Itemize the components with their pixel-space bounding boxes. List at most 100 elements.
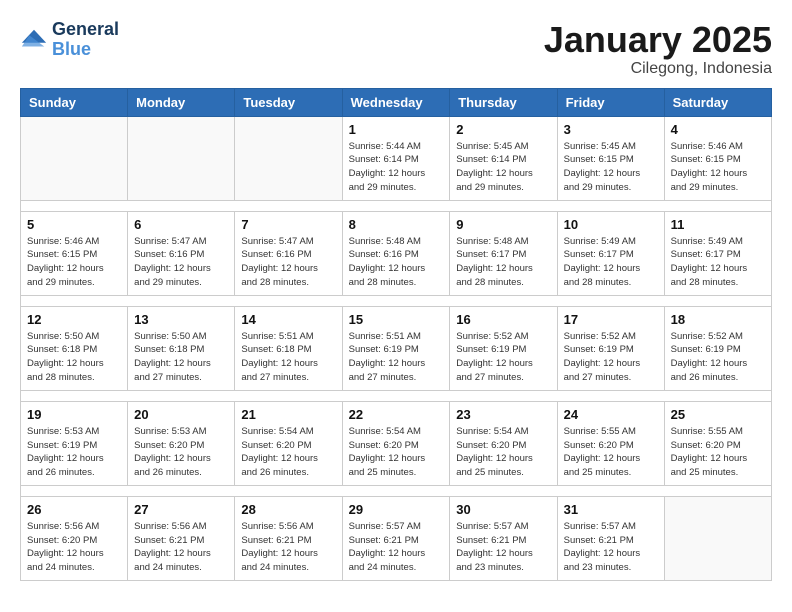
day-number: 22 [349,407,444,422]
week-row-3: 12 Sunrise: 5:50 AM Sunset: 6:18 PM Dayli… [21,306,772,390]
day-number: 29 [349,502,444,517]
week-separator [21,485,772,496]
weekday-header-tuesday: Tuesday [235,88,342,116]
calendar-cell [128,116,235,200]
day-number: 7 [241,217,335,232]
day-number: 10 [564,217,658,232]
day-number: 23 [456,407,550,422]
day-number: 28 [241,502,335,517]
calendar-cell: 26 Sunrise: 5:56 AM Sunset: 6:20 PM Dayli… [21,496,128,580]
calendar-cell: 29 Sunrise: 5:57 AM Sunset: 6:21 PM Dayli… [342,496,450,580]
day-info: Sunrise: 5:48 AM Sunset: 6:16 PM Dayligh… [349,235,444,290]
calendar-cell: 13Sunrise: 5:50 AM Sunset: 6:18 PM Dayli… [128,306,235,390]
weekday-header-monday: Monday [128,88,235,116]
day-number: 11 [671,217,765,232]
day-number: 25 [671,407,765,422]
day-info: Sunrise: 5:50 AM Sunset: 6:18 PM Dayligh… [134,330,228,385]
day-info: Sunrise: 5:53 AM Sunset: 6:19 PM Dayligh… [27,425,121,480]
day-number: 12 [27,312,121,327]
calendar-cell: 25 Sunrise: 5:55 AM Sunset: 6:20 PM Dayli… [664,401,771,485]
calendar-cell: 27Sunrise: 5:56 AM Sunset: 6:21 PM Dayli… [128,496,235,580]
day-number: 26 [27,502,121,517]
day-info: Sunrise: 5:51 AM Sunset: 6:18 PM Dayligh… [241,330,335,385]
day-number: 17 [564,312,658,327]
day-number: 15 [349,312,444,327]
calendar-cell: 28 Sunrise: 5:56 AM Sunset: 6:21 PM Dayli… [235,496,342,580]
day-info: Sunrise: 5:53 AM Sunset: 6:20 PM Dayligh… [134,425,228,480]
calendar-cell: 5Sunrise: 5:46 AM Sunset: 6:15 PM Daylig… [21,211,128,295]
week-row-2: 5Sunrise: 5:46 AM Sunset: 6:15 PM Daylig… [21,211,772,295]
calendar-cell: 18Sunrise: 5:52 AM Sunset: 6:19 PM Dayli… [664,306,771,390]
day-info: Sunrise: 5:57 AM Sunset: 6:21 PM Dayligh… [349,520,444,575]
day-number: 8 [349,217,444,232]
day-info: Sunrise: 5:57 AM Sunset: 6:21 PM Dayligh… [456,520,550,575]
separator-cell [21,390,772,401]
day-info: Sunrise: 5:51 AM Sunset: 6:19 PM Dayligh… [349,330,444,385]
day-info: Sunrise: 5:45 AM Sunset: 6:15 PM Dayligh… [564,140,658,195]
day-number: 14 [241,312,335,327]
logo: GeneralBlue [20,20,119,60]
week-row-5: 26 Sunrise: 5:56 AM Sunset: 6:20 PM Dayli… [21,496,772,580]
day-info: Sunrise: 5:49 AM Sunset: 6:17 PM Dayligh… [564,235,658,290]
calendar-cell: 3 Sunrise: 5:45 AM Sunset: 6:15 PM Daylig… [557,116,664,200]
day-info: Sunrise: 5:50 AM Sunset: 6:18 PM Dayligh… [27,330,121,385]
day-info: Sunrise: 5:56 AM Sunset: 6:20 PM Dayligh… [27,520,121,575]
calendar-cell: 4Sunrise: 5:46 AM Sunset: 6:15 PM Daylig… [664,116,771,200]
calendar-table: SundayMondayTuesdayWednesdayThursdayFrid… [20,88,772,581]
day-number: 16 [456,312,550,327]
page-header: GeneralBlue January 2025 Cilegong, Indon… [20,20,772,78]
day-number: 18 [671,312,765,327]
day-number: 27 [134,502,228,517]
calendar-title: January 2025 [544,20,772,60]
day-info: Sunrise: 5:54 AM Sunset: 6:20 PM Dayligh… [349,425,444,480]
week-row-4: 19 Sunrise: 5:53 AM Sunset: 6:19 PM Dayli… [21,401,772,485]
calendar-cell: 15 Sunrise: 5:51 AM Sunset: 6:19 PM Dayli… [342,306,450,390]
calendar-cell: 31 Sunrise: 5:57 AM Sunset: 6:21 PM Dayli… [557,496,664,580]
day-number: 6 [134,217,228,232]
calendar-cell: 6 Sunrise: 5:47 AM Sunset: 6:16 PM Daylig… [128,211,235,295]
day-info: Sunrise: 5:54 AM Sunset: 6:20 PM Dayligh… [241,425,335,480]
day-number: 20 [134,407,228,422]
day-info: Sunrise: 5:49 AM Sunset: 6:17 PM Dayligh… [671,235,765,290]
day-info: Sunrise: 5:46 AM Sunset: 6:15 PM Dayligh… [27,235,121,290]
calendar-cell: 19 Sunrise: 5:53 AM Sunset: 6:19 PM Dayli… [21,401,128,485]
calendar-cell: 8 Sunrise: 5:48 AM Sunset: 6:16 PM Daylig… [342,211,450,295]
day-number: 1 [349,122,444,137]
calendar-subtitle: Cilegong, Indonesia [544,60,772,78]
calendar-cell: 17Sunrise: 5:52 AM Sunset: 6:19 PM Dayli… [557,306,664,390]
weekday-header-saturday: Saturday [664,88,771,116]
day-number: 19 [27,407,121,422]
day-info: Sunrise: 5:47 AM Sunset: 6:16 PM Dayligh… [241,235,335,290]
calendar-cell [235,116,342,200]
day-info: Sunrise: 5:57 AM Sunset: 6:21 PM Dayligh… [564,520,658,575]
weekday-header-sunday: Sunday [21,88,128,116]
calendar-cell: 14 Sunrise: 5:51 AM Sunset: 6:18 PM Dayli… [235,306,342,390]
calendar-cell: 1 Sunrise: 5:44 AM Sunset: 6:14 PM Daylig… [342,116,450,200]
logo-text: GeneralBlue [52,20,119,60]
day-info: Sunrise: 5:44 AM Sunset: 6:14 PM Dayligh… [349,140,444,195]
day-info: Sunrise: 5:47 AM Sunset: 6:16 PM Dayligh… [134,235,228,290]
day-info: Sunrise: 5:55 AM Sunset: 6:20 PM Dayligh… [671,425,765,480]
day-info: Sunrise: 5:52 AM Sunset: 6:19 PM Dayligh… [456,330,550,385]
week-row-1: 1 Sunrise: 5:44 AM Sunset: 6:14 PM Daylig… [21,116,772,200]
calendar-cell: 20 Sunrise: 5:53 AM Sunset: 6:20 PM Dayli… [128,401,235,485]
calendar-cell: 10 Sunrise: 5:49 AM Sunset: 6:17 PM Dayli… [557,211,664,295]
day-info: Sunrise: 5:56 AM Sunset: 6:21 PM Dayligh… [241,520,335,575]
day-number: 21 [241,407,335,422]
day-info: Sunrise: 5:46 AM Sunset: 6:15 PM Dayligh… [671,140,765,195]
day-number: 24 [564,407,658,422]
calendar-cell [664,496,771,580]
weekday-header-wednesday: Wednesday [342,88,450,116]
separator-cell [21,295,772,306]
separator-cell [21,200,772,211]
calendar-cell: 9 Sunrise: 5:48 AM Sunset: 6:17 PM Daylig… [450,211,557,295]
week-separator [21,295,772,306]
calendar-cell: 21 Sunrise: 5:54 AM Sunset: 6:20 PM Dayli… [235,401,342,485]
day-number: 3 [564,122,658,137]
day-number: 9 [456,217,550,232]
day-info: Sunrise: 5:48 AM Sunset: 6:17 PM Dayligh… [456,235,550,290]
day-number: 31 [564,502,658,517]
week-separator [21,390,772,401]
weekday-header-friday: Friday [557,88,664,116]
calendar-cell: 11 Sunrise: 5:49 AM Sunset: 6:17 PM Dayli… [664,211,771,295]
